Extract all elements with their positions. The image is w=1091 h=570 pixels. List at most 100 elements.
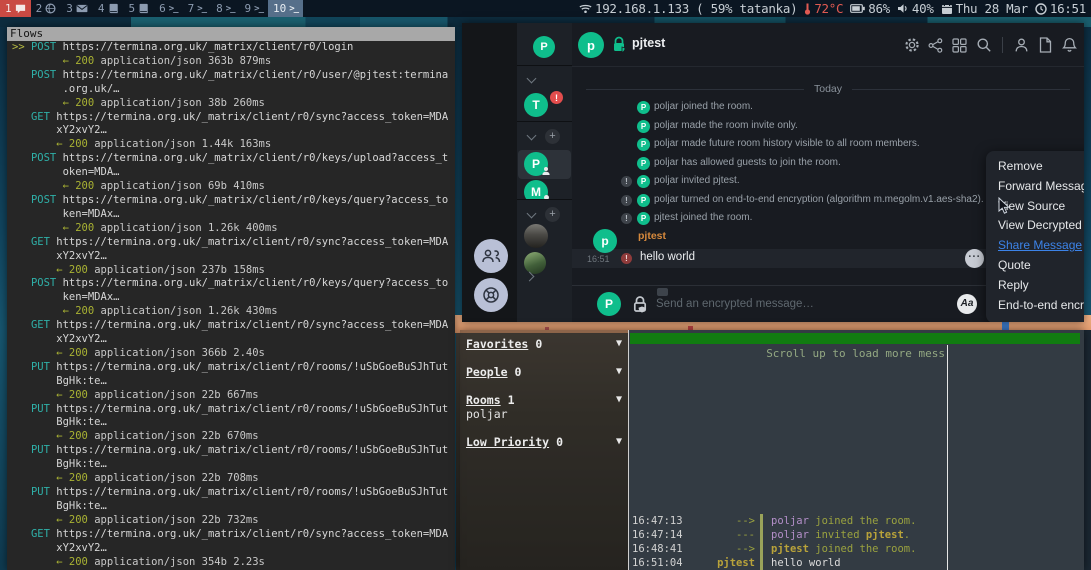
chevron-down-icon[interactable] — [527, 209, 537, 219]
room-header: p pjtest — [572, 23, 1084, 67]
workspace-9[interactable]: 9>_ — [240, 0, 268, 17]
sidebar-section-people[interactable]: People0▼ — [466, 365, 622, 379]
battery-level: 86% — [868, 1, 890, 16]
workspace-8[interactable]: 8>_ — [211, 0, 239, 17]
notification-badge: ! — [550, 91, 563, 104]
log-divider-bar — [760, 556, 763, 570]
workspace-3[interactable]: 3 — [61, 0, 93, 17]
menu-item-end-to-end-encryption-info[interactable]: End-to-end encryption info — [986, 296, 1084, 316]
sidebar-section-favorites[interactable]: Favorites0▼ — [466, 337, 622, 351]
clock-icon — [1035, 3, 1047, 15]
log-timestamp: 16:51:04 — [632, 556, 685, 570]
files-icon[interactable] — [1037, 37, 1054, 54]
workspace-1[interactable]: 1 — [0, 0, 31, 17]
workspace-10[interactable]: 10>_ — [268, 0, 303, 17]
flow-row[interactable]: POST https://termina.org.uk/_matrix/clie… — [12, 277, 455, 319]
workspace-number: 1 — [5, 2, 12, 15]
log-message: hello world — [771, 556, 841, 570]
timeline-event: Ppoljar joined the room. — [572, 100, 1084, 116]
workspace-5[interactable]: 5 — [124, 0, 155, 17]
flows-header: Flows — [7, 27, 455, 41]
chat-log[interactable]: 16:47:13-->poljar joined the room.16:47:… — [629, 514, 947, 570]
collapse-caret-icon[interactable]: ▼ — [616, 435, 622, 449]
flow-row[interactable]: PUT https://termina.org.uk/_matrix/clien… — [12, 361, 455, 403]
menu-item-quote[interactable]: Quote — [986, 256, 1084, 276]
flow-row[interactable]: PUT https://termina.org.uk/_matrix/clien… — [12, 444, 455, 486]
flow-row[interactable]: >> POST https://termina.org.uk/_matrix/c… — [12, 41, 455, 69]
chevron-down-icon[interactable] — [527, 131, 537, 141]
people-button[interactable] — [474, 239, 508, 273]
flow-row[interactable]: GET https://termina.org.uk/_matrix/clien… — [12, 236, 455, 278]
flow-row[interactable]: PUT https://termina.org.uk/_matrix/clien… — [12, 403, 455, 445]
workspace-2[interactable]: 2 — [31, 0, 62, 17]
sidebar-section-low-priority[interactable]: Low Priority0▼ — [466, 435, 622, 449]
community-panel — [462, 23, 517, 322]
date: Thu 28 Mar — [956, 1, 1028, 16]
workspace-7[interactable]: 7>_ — [183, 0, 211, 17]
members-icon[interactable] — [1013, 37, 1030, 54]
menu-item-share-message[interactable]: Share Message — [986, 236, 1084, 256]
add-room-icon[interactable]: + — [545, 207, 560, 222]
workspace-6[interactable]: 6>_ — [154, 0, 182, 17]
log-timestamp: 16:47:13 — [632, 514, 685, 528]
chat-log-line: 16:47:13-->poljar joined the room. — [629, 514, 947, 528]
section-label: People — [466, 365, 508, 379]
room-avatar-t[interactable]: T — [524, 93, 548, 117]
message-options-button[interactable]: ··· — [965, 249, 984, 268]
terminal-icon: >_ — [169, 4, 178, 14]
search-icon[interactable] — [975, 37, 992, 54]
flow-list[interactable]: >> POST https://termina.org.uk/_matrix/c… — [7, 41, 455, 570]
flow-row[interactable]: POST https://termina.org.uk/_matrix/clie… — [12, 69, 455, 111]
timeline-event: Ppoljar made the room invite only. — [572, 119, 1084, 135]
collapse-caret-icon[interactable]: ▼ — [616, 393, 622, 407]
divider — [1002, 37, 1003, 53]
book-icon — [108, 3, 119, 14]
terminal-matrix-window: Favorites0▼ People0▼ Rooms1▼poljar Low Prio… — [460, 330, 1084, 570]
add-room-icon[interactable]: + — [545, 129, 560, 144]
share-icon[interactable] — [927, 37, 944, 54]
composer-avatar: P — [597, 292, 621, 316]
menu-item-forward-message[interactable]: Forward Message — [986, 177, 1084, 197]
notifications-icon[interactable] — [1061, 37, 1078, 54]
apps-grid-icon[interactable] — [951, 37, 968, 54]
mitmproxy-window: Flows >> POST https://termina.org.uk/_ma… — [7, 27, 455, 570]
terminal-icon: >_ — [226, 4, 235, 14]
room-list-sidebar[interactable]: Favorites0▼ People0▼ Rooms1▼poljar Low Prio… — [460, 330, 628, 570]
workspace-number: 9 — [245, 2, 252, 15]
room-avatar-photo-landscape[interactable] — [524, 252, 546, 274]
composer-input[interactable] — [656, 294, 926, 314]
flow-row[interactable]: POST https://termina.org.uk/_matrix/clie… — [12, 152, 455, 194]
volume-level: 40% — [912, 1, 934, 16]
collapse-caret-icon[interactable]: ▼ — [616, 337, 622, 351]
unencrypted-warning-icon: ! — [621, 253, 632, 264]
sender-name[interactable]: pjtest — [638, 230, 666, 242]
log-divider-bar — [760, 514, 763, 528]
event-avatar: P — [637, 138, 650, 151]
flow-row[interactable]: GET https://termina.org.uk/_matrix/clien… — [12, 319, 455, 361]
settings-icon[interactable] — [903, 37, 920, 54]
flow-row[interactable]: GET https://termina.org.uk/_matrix/clien… — [12, 111, 455, 153]
log-message: poljar joined the room. — [771, 514, 916, 528]
sidebar-section-rooms[interactable]: Rooms1▼ — [466, 393, 622, 407]
user-avatar[interactable]: P — [533, 36, 555, 58]
formatting-button[interactable]: Aa — [957, 294, 977, 314]
room-list-item[interactable]: poljar — [466, 407, 622, 421]
flow-row[interactable]: POST https://termina.org.uk/_matrix/clie… — [12, 194, 455, 236]
event-text: pjtest joined the room. — [654, 212, 752, 223]
menu-item-remove[interactable]: Remove — [986, 157, 1084, 177]
workspace-4[interactable]: 4 — [93, 0, 124, 17]
flow-row[interactable]: GET https://termina.org.uk/_matrix/clien… — [12, 528, 455, 570]
menu-item-view-decrypted-source[interactable]: View Decrypted Source — [986, 216, 1084, 236]
chevron-down-icon[interactable] — [527, 74, 537, 84]
room-avatar[interactable]: p — [578, 32, 604, 58]
rooms-section: + P M — [517, 121, 572, 199]
room-avatar-photo-tower[interactable] — [524, 224, 548, 248]
browser-icon — [45, 3, 56, 14]
mail-icon — [76, 4, 88, 13]
collapse-caret-icon[interactable]: ▼ — [616, 365, 622, 379]
workspace-number: 3 — [66, 2, 73, 15]
flow-row[interactable]: PUT https://termina.org.uk/_matrix/clien… — [12, 486, 455, 528]
explore-button[interactable] — [474, 278, 508, 312]
message-timestamp: 16:51 — [587, 254, 610, 264]
menu-item-reply[interactable]: Reply — [986, 276, 1084, 296]
